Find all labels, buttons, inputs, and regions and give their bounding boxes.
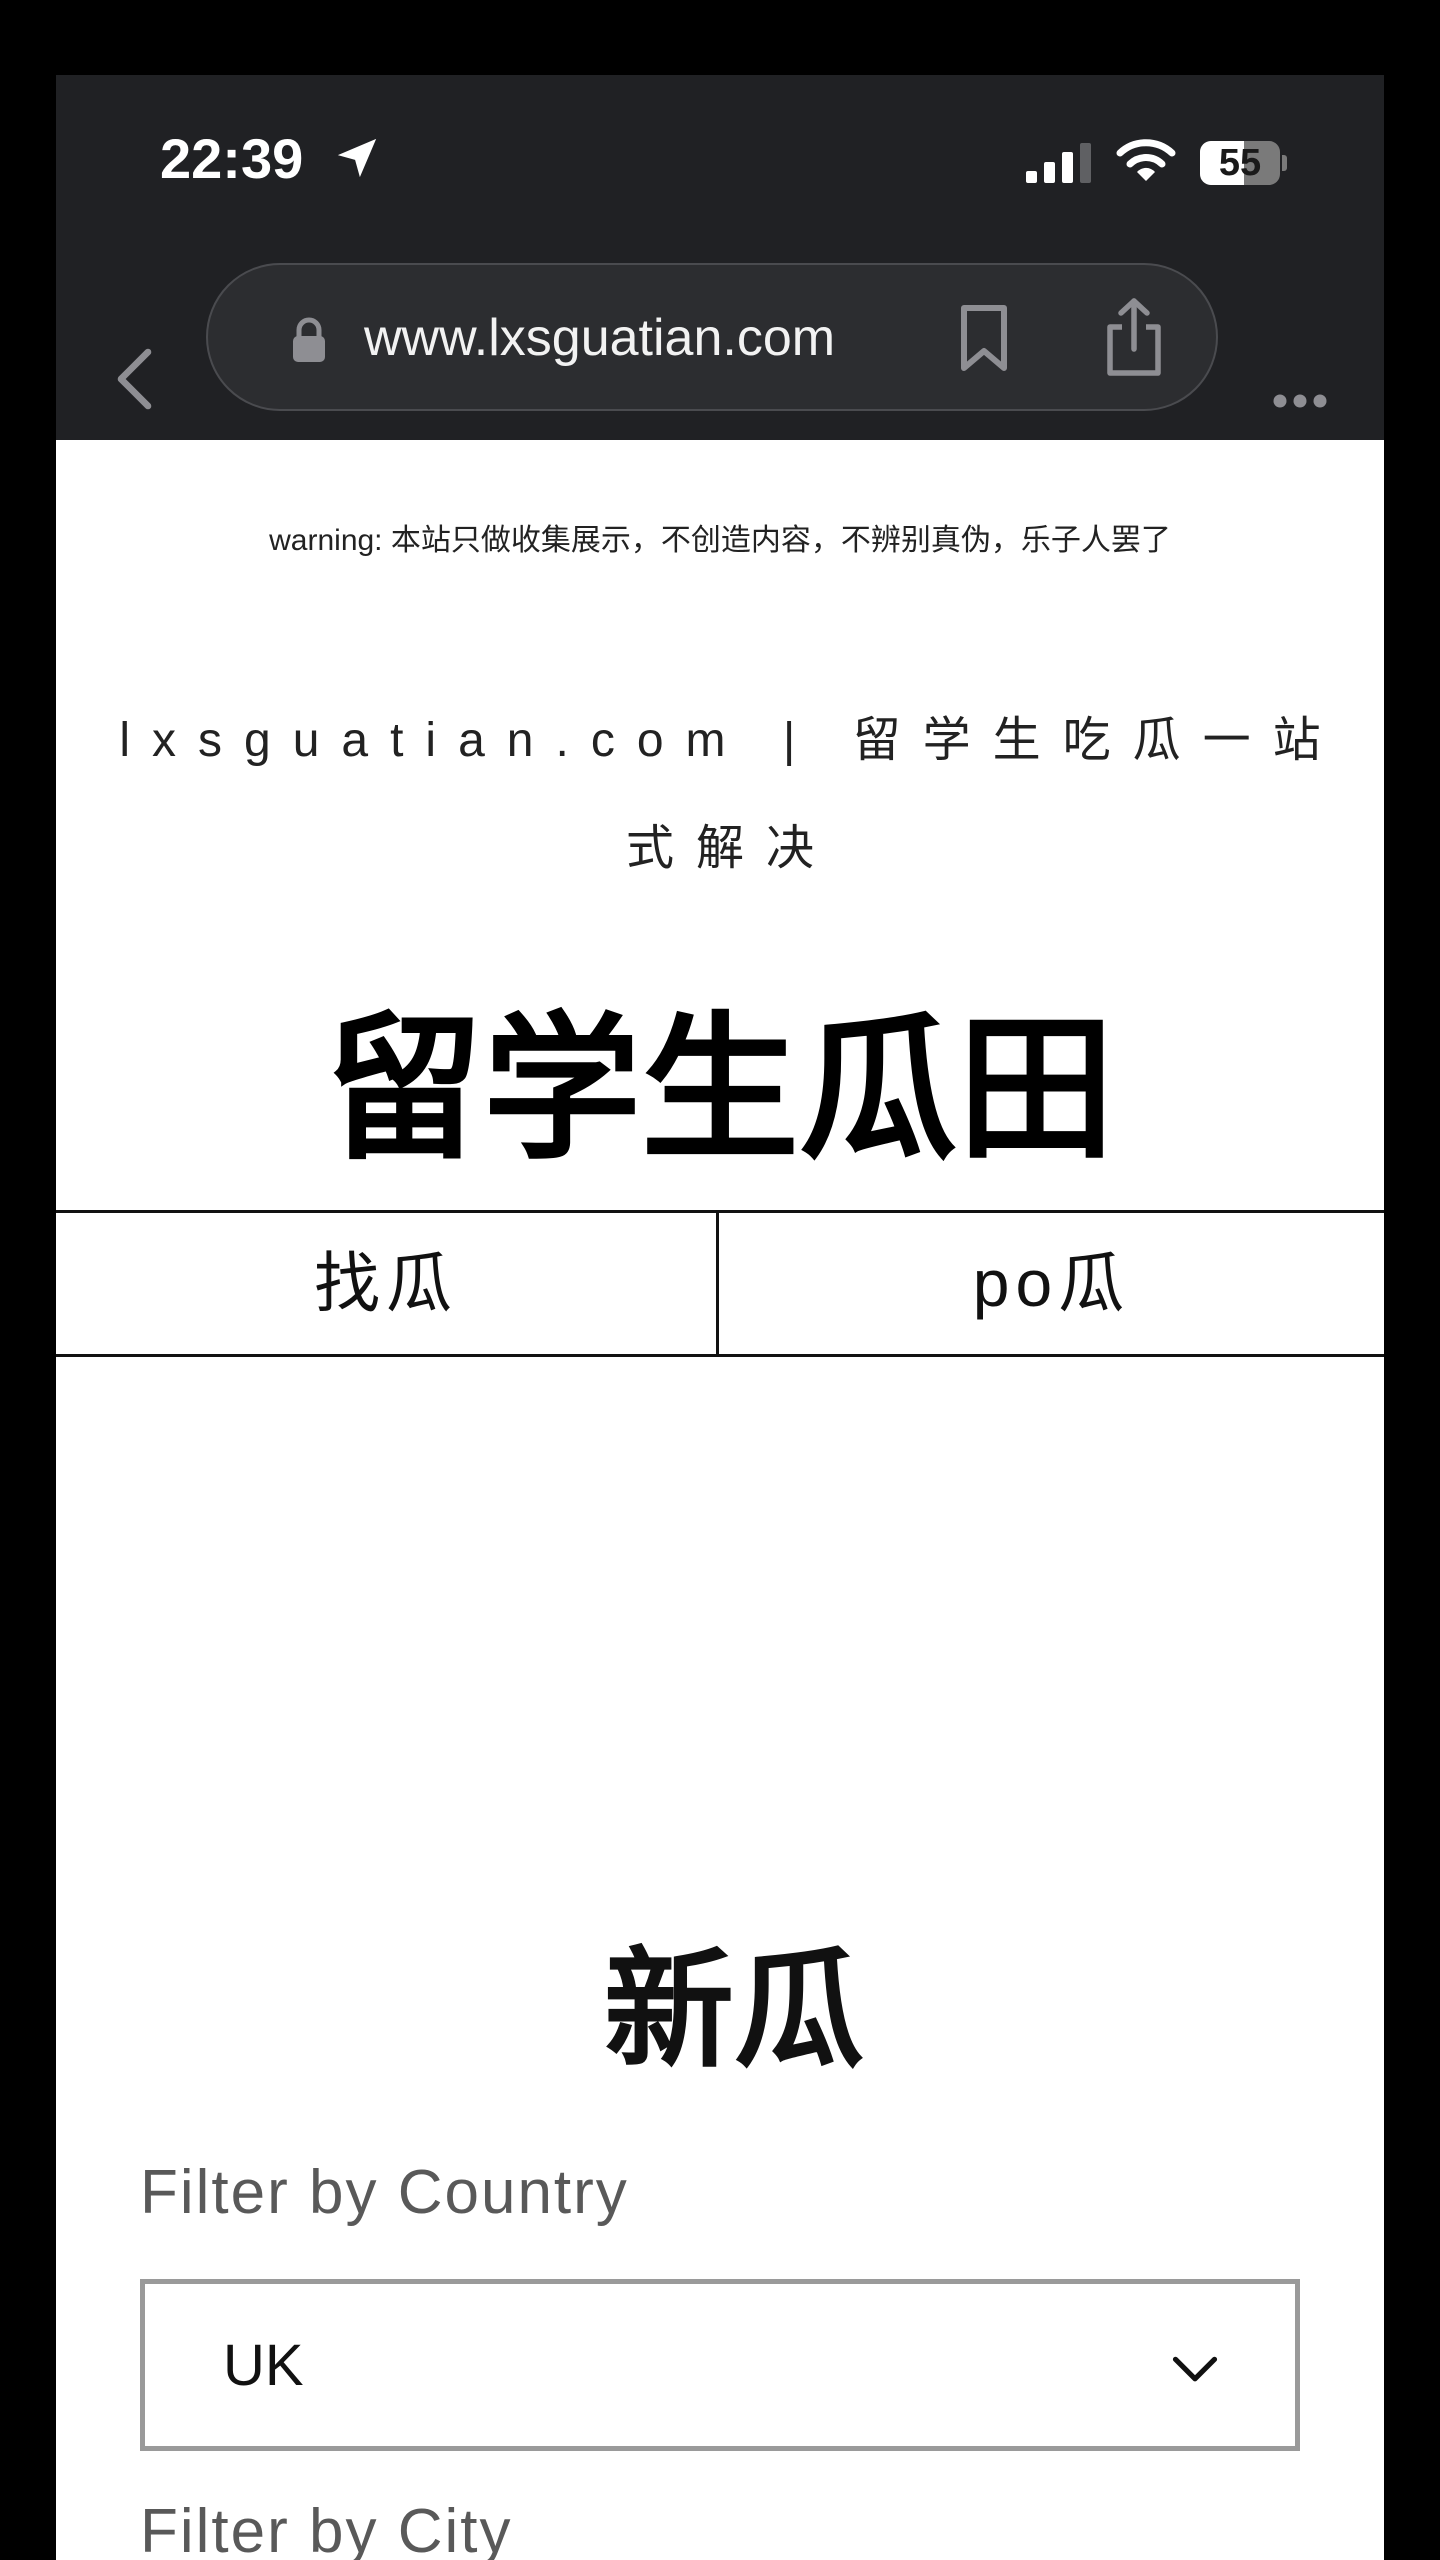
lock-icon [293, 317, 325, 362]
country-select[interactable]: UK [140, 2279, 1300, 2451]
more-horizontal-icon[interactable] [1270, 391, 1330, 411]
main-nav: 找瓜 po瓜 [56, 1210, 1384, 1357]
city-filter-label: Filter by City [140, 2497, 513, 2560]
battery-body: 55 [1200, 141, 1280, 185]
site-tagline: lxsguatian.com | 留学生吃瓜一站式解决 [119, 714, 1343, 875]
nav-item-find[interactable]: 找瓜 [56, 1213, 716, 1354]
chevron-down-icon [1172, 2356, 1218, 2382]
battery-indicator: 55 [1200, 141, 1287, 185]
location-arrow-icon [337, 138, 377, 178]
browser-chrome: 22:39 55 www.lxsguatian.com [56, 75, 1384, 440]
wifi-icon [1116, 139, 1176, 181]
section-title: 新瓜 [603, 1934, 864, 2086]
status-time: 22:39 [160, 127, 304, 190]
site-title: 留学生瓜田 [325, 998, 1115, 1182]
share-icon[interactable] [1102, 297, 1166, 377]
warning-notice: warning: 本站只做收集展示，不创造内容，不辨别真伪，乐子人罢了 [269, 524, 1171, 557]
cellular-signal-icon [1026, 143, 1091, 183]
phone-screen: 22:39 55 www.lxsguatian.com warning: 本站只… [56, 75, 1384, 2560]
country-select-value: UK [223, 2333, 304, 2398]
bookmark-icon[interactable] [956, 303, 1012, 373]
address-bar[interactable]: www.lxsguatian.com [206, 263, 1218, 411]
country-filter-label: Filter by Country [140, 2158, 629, 2227]
back-button[interactable] [100, 343, 172, 415]
battery-nub [1282, 155, 1287, 171]
battery-level: 55 [1218, 142, 1262, 184]
nav-item-post[interactable]: po瓜 [719, 1213, 1384, 1354]
url-text: www.lxsguatian.com [364, 309, 836, 367]
